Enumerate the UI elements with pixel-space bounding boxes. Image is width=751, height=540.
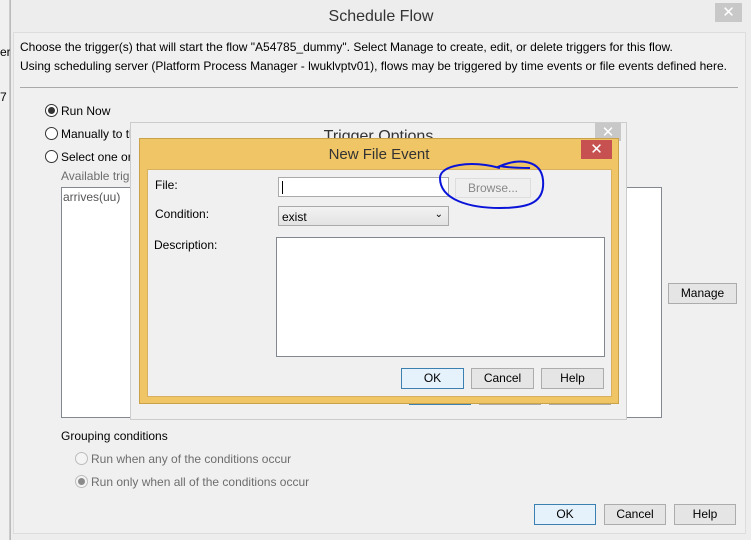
annotation-stroke (438, 160, 545, 210)
annotation-circle (438, 160, 545, 210)
